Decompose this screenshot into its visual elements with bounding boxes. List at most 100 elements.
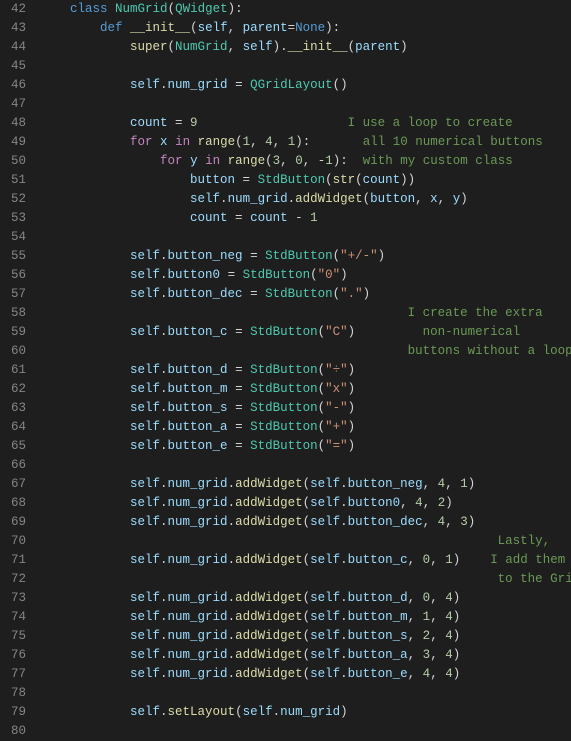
line-number: 74 — [0, 608, 26, 627]
line-number: 71 — [0, 551, 26, 570]
code-line[interactable]: self.num_grid.addWidget(self.button_d, 0… — [40, 589, 571, 608]
token-text — [40, 439, 130, 453]
token-punc: ( — [318, 363, 326, 377]
token-fn: addWidget — [235, 648, 303, 662]
code-line[interactable]: self.button_d = StdButton("÷") — [40, 361, 571, 380]
token-punc: . — [220, 192, 228, 206]
token-punc: , — [408, 648, 423, 662]
code-line[interactable] — [40, 228, 571, 247]
line-number: 69 — [0, 513, 26, 532]
token-str: "÷" — [325, 363, 348, 377]
code-area[interactable]: class NumGrid(QWidget): def __init__(sel… — [40, 0, 571, 741]
token-punc: ( — [190, 21, 198, 35]
code-line[interactable]: self.button_m = StdButton("x") — [40, 380, 571, 399]
token-text — [40, 325, 130, 339]
code-line[interactable]: self.button_a = StdButton("+") — [40, 418, 571, 437]
token-punc: ). — [273, 40, 288, 54]
token-fn: super — [130, 40, 168, 54]
code-line[interactable]: self.num_grid = QGridLayout() — [40, 76, 571, 95]
token-punc: ( — [303, 515, 311, 529]
code-line[interactable]: self.button_e = StdButton("=") — [40, 437, 571, 456]
token-var: button_a — [348, 648, 408, 662]
token-punc: ( — [363, 192, 371, 206]
code-line[interactable]: buttons without a loop — [40, 342, 571, 361]
code-line[interactable] — [40, 684, 571, 703]
line-number: 64 — [0, 418, 26, 437]
code-line[interactable]: self.setLayout(self.num_grid) — [40, 703, 571, 722]
token-text — [40, 2, 70, 16]
code-line[interactable]: class NumGrid(QWidget): — [40, 0, 571, 19]
token-punc: ) — [400, 40, 408, 54]
code-line[interactable]: Lastly, — [40, 532, 571, 551]
token-punc: ) — [378, 249, 386, 263]
token-var: count — [250, 211, 288, 225]
line-number: 45 — [0, 57, 26, 76]
token-var: button — [190, 173, 235, 187]
token-punc: ) — [363, 287, 371, 301]
token-text — [190, 135, 198, 149]
token-var: button_m — [168, 382, 228, 396]
token-text — [168, 135, 176, 149]
code-line[interactable] — [40, 722, 571, 741]
token-fn: addWidget — [235, 591, 303, 605]
token-var: self — [130, 610, 160, 624]
token-punc: . — [160, 420, 168, 434]
line-number: 76 — [0, 646, 26, 665]
token-op: = — [243, 249, 266, 263]
code-line[interactable]: self.button_dec = StdButton(".") — [40, 285, 571, 304]
token-op: = — [243, 287, 266, 301]
token-punc: . — [340, 496, 348, 510]
token-var: x — [160, 135, 168, 149]
line-number: 56 — [0, 266, 26, 285]
code-line[interactable]: count = 9 I use a loop to create — [40, 114, 571, 133]
token-punc: ( — [303, 648, 311, 662]
token-str: "-" — [325, 401, 348, 415]
code-line[interactable] — [40, 456, 571, 475]
token-num: 4 — [265, 135, 273, 149]
token-punc: ) — [453, 648, 461, 662]
token-op: = — [228, 420, 251, 434]
token-fn: addWidget — [235, 515, 303, 529]
token-op: = — [228, 439, 251, 453]
code-line[interactable]: self.num_grid.addWidget(self.button_s, 2… — [40, 627, 571, 646]
code-line[interactable]: self.num_grid.addWidget(self.button_neg,… — [40, 475, 571, 494]
token-punc: , — [228, 21, 243, 35]
token-punc: . — [160, 401, 168, 415]
token-cmt: all 10 numerical buttons — [363, 135, 543, 149]
code-line[interactable]: super(NumGrid, self).__init__(parent) — [40, 38, 571, 57]
token-var: count — [363, 173, 401, 187]
token-punc: , — [408, 591, 423, 605]
code-line[interactable]: self.num_grid.addWidget(self.button_m, 1… — [40, 608, 571, 627]
token-punc: . — [160, 629, 168, 643]
token-cls: NumGrid — [175, 40, 228, 54]
code-line[interactable]: self.num_grid.addWidget(self.button_dec,… — [40, 513, 571, 532]
code-line[interactable]: self.button_s = StdButton("-") — [40, 399, 571, 418]
code-line[interactable]: for y in range(3, 0, -1): with my custom… — [40, 152, 571, 171]
token-punc: . — [160, 268, 168, 282]
code-line[interactable]: button = StdButton(str(count)) — [40, 171, 571, 190]
token-cls: StdButton — [250, 325, 318, 339]
code-line[interactable]: self.num_grid.addWidget(self.button_e, 4… — [40, 665, 571, 684]
code-line[interactable] — [40, 95, 571, 114]
code-line[interactable] — [40, 57, 571, 76]
token-cls: StdButton — [250, 382, 318, 396]
code-line[interactable]: for x in range(1, 4, 1): all 10 numerica… — [40, 133, 571, 152]
code-line[interactable]: to the Grid — [40, 570, 571, 589]
code-line[interactable]: def __init__(self, parent=None): — [40, 19, 571, 38]
token-text — [198, 116, 348, 130]
code-line[interactable]: I create the extra — [40, 304, 571, 323]
code-line[interactable]: self.num_grid.addWidget(self.button_c, 0… — [40, 551, 571, 570]
token-punc: ): — [325, 21, 340, 35]
code-editor[interactable]: 4243444546474849505152535455565758596061… — [0, 0, 571, 741]
code-line[interactable]: self.button_c = StdButton("C") non-numer… — [40, 323, 571, 342]
code-line[interactable]: self.num_grid.addWidget(self.button_a, 3… — [40, 646, 571, 665]
code-line[interactable]: self.button_neg = StdButton("+/-") — [40, 247, 571, 266]
token-num: 4 — [415, 496, 423, 510]
code-line[interactable]: count = count - 1 — [40, 209, 571, 228]
code-line[interactable]: self.num_grid.addWidget(self.button0, 4,… — [40, 494, 571, 513]
token-var: button_e — [348, 667, 408, 681]
code-line[interactable]: self.button0 = StdButton("0") — [40, 266, 571, 285]
token-var: num_grid — [168, 629, 228, 643]
token-text — [40, 78, 130, 92]
code-line[interactable]: self.num_grid.addWidget(button, x, y) — [40, 190, 571, 209]
